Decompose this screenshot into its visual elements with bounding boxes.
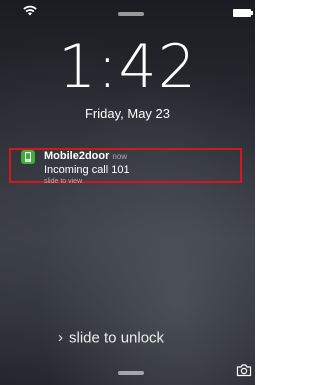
notification-time: now bbox=[112, 152, 128, 161]
app-icon bbox=[21, 150, 35, 164]
notification-title[interactable]: Mobile2door now bbox=[44, 150, 127, 162]
chevron-right-icon: › bbox=[58, 329, 63, 347]
lock-time: 1:42 bbox=[58, 32, 197, 102]
status-bar bbox=[0, 0, 255, 22]
battery-tip bbox=[251, 11, 253, 15]
camera-icon[interactable] bbox=[236, 363, 252, 377]
notification-message[interactable]: Incoming call 101 bbox=[44, 164, 130, 176]
slide-to-unlock[interactable]: › slide to unlock bbox=[58, 329, 164, 347]
wifi-icon bbox=[23, 5, 37, 16]
notification-app-name: Mobile2door bbox=[44, 150, 110, 162]
unlock-label: slide to unlock bbox=[69, 329, 165, 347]
control-center-grabber[interactable] bbox=[118, 371, 144, 375]
notification-center-grabber[interactable] bbox=[118, 12, 144, 16]
lock-date: Friday, May 23 bbox=[84, 106, 170, 121]
notification-hint: slide to view bbox=[44, 178, 83, 185]
lock-screen: 1:42 Friday, May 23 Mobile2door now Incom… bbox=[0, 0, 255, 385]
battery-icon bbox=[233, 9, 251, 17]
phone-icon bbox=[25, 152, 31, 162]
